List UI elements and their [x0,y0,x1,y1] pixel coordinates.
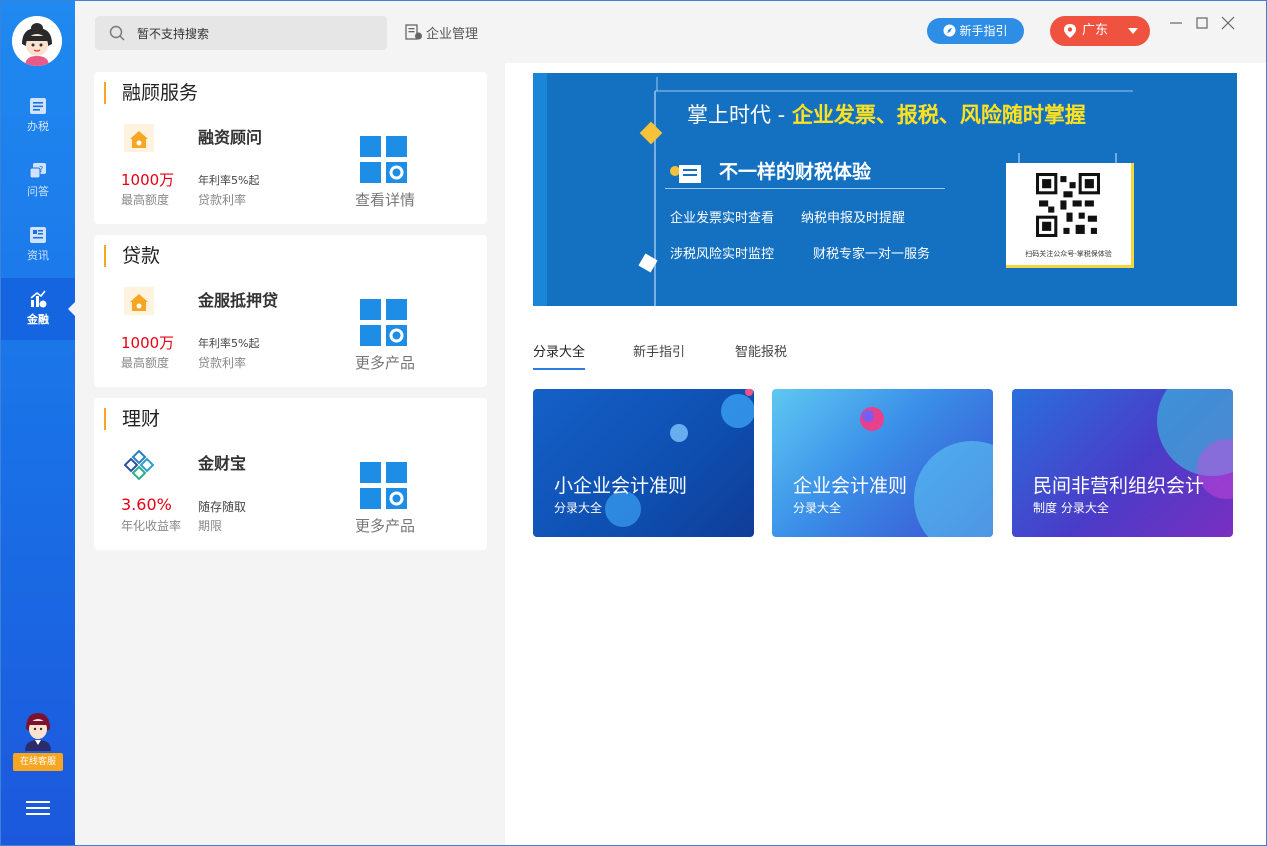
sidebar-item-tax[interactable]: 办税 [1,85,75,147]
search-input[interactable] [135,24,379,44]
news-icon [30,227,46,243]
banner-title: 掌上时代 - 企业发票、报税、风险随时掌握 [687,103,1086,127]
search-icon [109,25,125,41]
windows-grid-icon [360,462,407,509]
sidebar: 办税 ? 问答 资讯 金融 在线客服 [1,1,75,845]
promo-banner[interactable]: 掌上时代 - 企业发票、报税、风险随时掌握 不一样的财税体验 企业发票实时查看 … [533,73,1237,306]
product-rate: 年利率5%起 [198,337,260,350]
tile-nonprofit[interactable]: 民间非营利组织会计 制度 分录大全 [1012,389,1233,537]
sidebar-item-label: 办税 [27,120,49,133]
tile-subtitle: 分录大全 [554,501,603,515]
main-content: 掌上时代 - 企业发票、报税、风险随时掌握 不一样的财税体验 企业发票实时查看 … [505,63,1266,845]
more-products-link[interactable]: 更多产品 [350,352,420,373]
windows-grid-icon [360,299,407,346]
close-icon [1221,16,1235,30]
search-box[interactable] [95,16,387,50]
product-amount-label: 最高额度 [121,356,170,370]
product-amount: 3.60% [121,495,172,514]
maximize-button[interactable] [1195,15,1209,34]
product-name: 金服抵押贷 [198,291,279,310]
qr-caption: 扫码关注公众号-掌税保体验 [1025,250,1112,258]
product-card[interactable]: 融顾服务 融资顾问 1000万 最高额度 年利率5%起 贷款利率 查看详情 [94,72,487,224]
tile-title: 小企业会计准则 [554,475,688,497]
banner-divider [665,188,945,189]
active-indicator [68,302,75,316]
jincaibao-logo-icon [124,450,154,480]
tax-icon [30,98,46,114]
house-icon [124,124,154,152]
windows-grid-icon [360,136,407,183]
product-rate-label: 贷款利率 [198,356,247,370]
finance-icon [30,290,47,308]
tab-smart-tax[interactable]: 智能报税 [735,341,787,360]
banner-feature: 纳税申报及时提醒 [801,211,906,226]
banner-feature: 涉税风险实时监控 [670,247,775,262]
card-title: 贷款 [104,245,160,267]
compass-icon [943,24,956,37]
product-amount-label: 年化收益率 [121,519,182,533]
banner-feature: 企业发票实时查看 [670,211,775,226]
location-icon [1064,24,1076,38]
guide-button[interactable]: 新手指引 [927,18,1024,44]
qa-icon: ? [29,163,46,179]
minimize-icon [1170,22,1182,24]
product-rate: 随存随取 [198,500,247,514]
avatar[interactable] [12,16,62,66]
product-card[interactable]: 理财 金财宝 3.60% 年化收益率 随存随取 期限 更多产品 [94,398,487,550]
svg-text:?: ? [39,165,43,174]
minimize-button[interactable] [1169,15,1183,34]
product-card[interactable]: 贷款 金服抵押贷 1000万 最高额度 年利率5%起 贷款利率 更多产品 [94,235,487,387]
online-service[interactable]: 在线客服 [11,709,65,779]
product-name: 金财宝 [198,454,247,473]
qr-code: 扫码关注公众号-掌税保体验 [1006,163,1134,268]
menu-icon [26,801,50,803]
house-icon [124,287,154,315]
tile-subtitle: 制度 分录大全 [1033,501,1109,515]
app-window: 办税 ? 问答 资讯 金融 在线客服 暂不支持搜索 企业管理 新手指引 广东 融… [0,0,1267,846]
service-avatar-icon [25,713,51,751]
sidebar-item-label: 资讯 [27,249,49,262]
product-amount: 1000万 [121,171,175,189]
finance-products-panel: 融顾服务 融资顾问 1000万 最高额度 年利率5%起 贷款利率 查看详情 贷款… [75,63,505,845]
tile-title: 民间非营利组织会计 [1033,475,1205,497]
tile-title: 企业会计准则 [793,475,908,497]
enterprise-management-button[interactable]: 企业管理 [405,23,478,42]
tile-small-enterprise[interactable]: 小企业会计准则 分录大全 [533,389,754,537]
service-badge: 在线客服 [13,753,63,771]
sidebar-item-label: 问答 [27,185,49,198]
tile-enterprise[interactable]: 企业会计准则 分录大全 [772,389,993,537]
menu-button[interactable] [26,797,50,819]
banner-feature: 财税专家一对一服务 [813,247,931,262]
product-amount: 1000万 [121,334,175,352]
tab-entries[interactable]: 分录大全 [533,341,586,370]
region-label: 广东 [1082,23,1109,38]
region-select[interactable]: 广东 [1050,16,1150,46]
product-rate-label: 期限 [198,519,223,533]
sidebar-item-news[interactable]: 资讯 [1,214,75,276]
maximize-icon [1196,17,1208,29]
product-amount-label: 最高额度 [121,193,170,207]
enterprise-icon [405,24,422,40]
more-products-link[interactable]: 更多产品 [350,515,420,536]
chevron-down-icon [1128,28,1138,34]
product-name: 融资顾问 [198,128,263,147]
sidebar-item-label: 金融 [27,313,49,326]
product-rate: 年利率5%起 [198,174,260,187]
card-title: 融顾服务 [104,82,198,104]
qr-code-icon [1036,173,1100,237]
banner-subtitle: 不一样的财税体验 [719,161,872,183]
tile-subtitle: 分录大全 [793,501,842,515]
sidebar-item-qa[interactable]: ? 问答 [1,150,75,212]
close-button[interactable] [1221,15,1235,34]
guide-label: 新手指引 [959,24,1008,38]
enterprise-label: 企业管理 [426,27,479,42]
product-rate-label: 贷款利率 [198,193,247,207]
tab-guide[interactable]: 新手指引 [633,341,685,360]
sidebar-item-finance[interactable]: 金融 [1,278,75,340]
top-bar: 企业管理 新手指引 广东 [75,1,1266,63]
view-details-link[interactable]: 查看详情 [350,189,420,210]
card-title: 理财 [104,408,160,430]
